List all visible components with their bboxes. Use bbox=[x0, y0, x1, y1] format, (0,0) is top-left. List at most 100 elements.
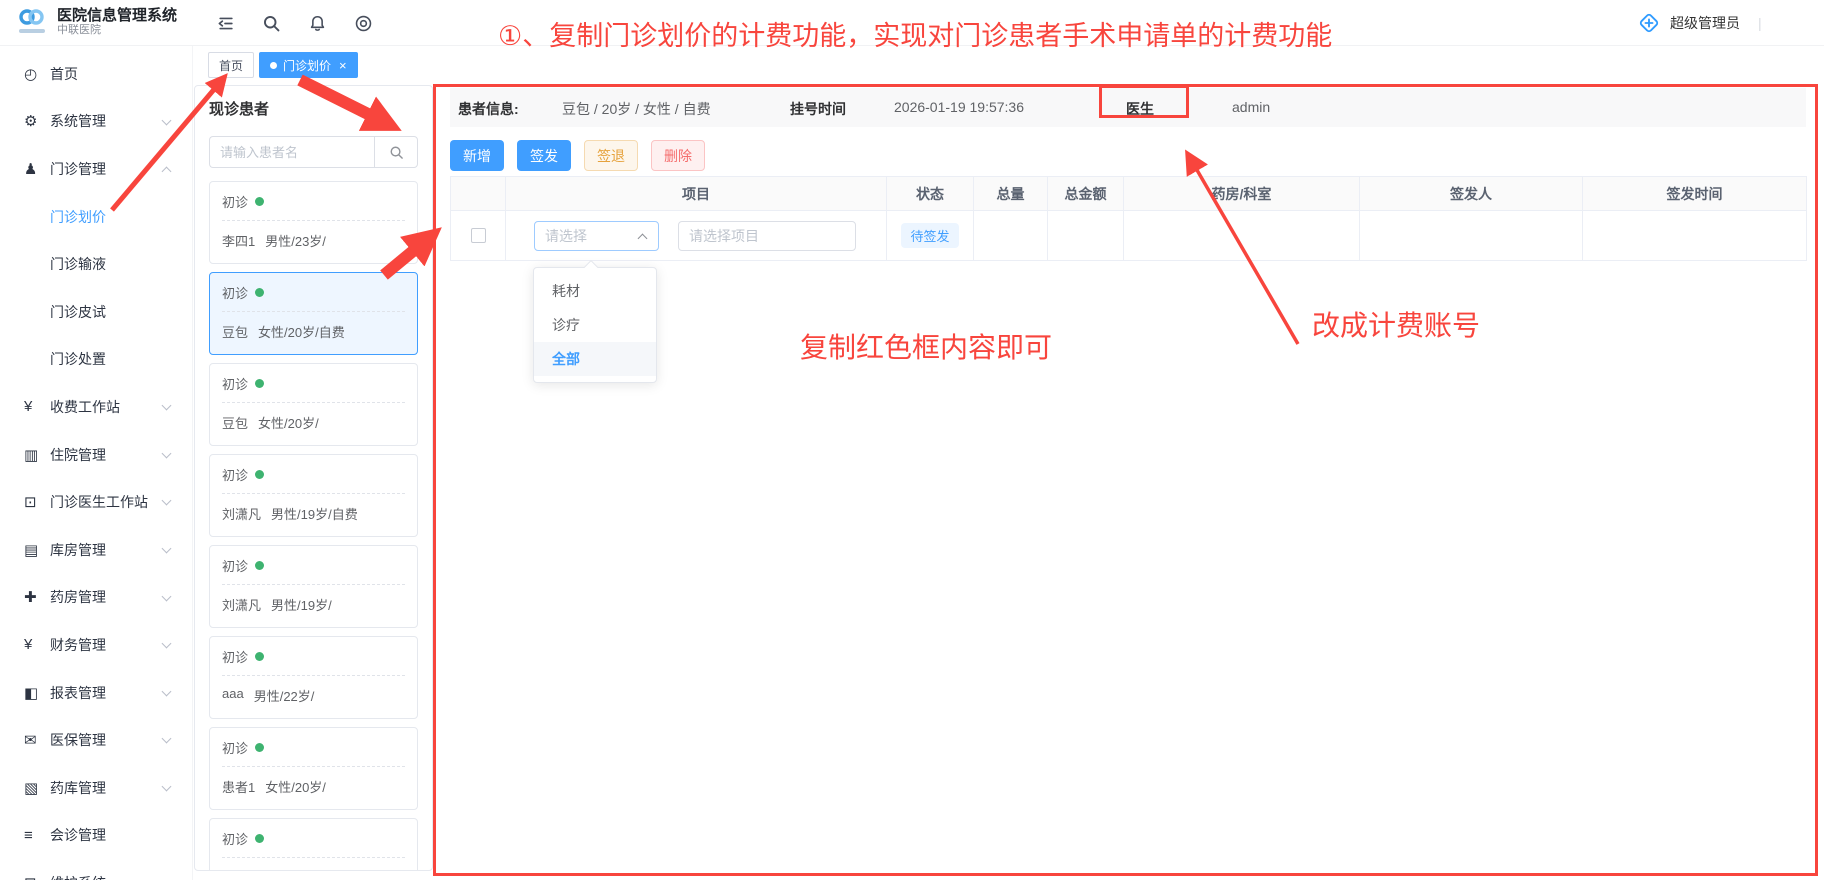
chevron-down-icon bbox=[162, 448, 172, 458]
hospital-name: 中联医院 bbox=[57, 24, 177, 37]
chevron-down-icon bbox=[162, 686, 172, 696]
sidebar-item-system-mgmt[interactable]: ⚙ 系统管理 bbox=[0, 98, 192, 146]
patient-card[interactable]: 初诊 bbox=[209, 818, 418, 871]
chevron-down-icon bbox=[162, 591, 172, 601]
sidebar-item-consultation-mgmt[interactable]: ≡ 会诊管理 bbox=[0, 812, 192, 860]
status-dot-green bbox=[255, 197, 264, 206]
bar-chart-icon: ▥ bbox=[24, 446, 50, 464]
doctor-label: 医生 bbox=[1126, 99, 1154, 119]
patient-info-value: 豆包 / 20岁 / 女性 / 自费 bbox=[562, 99, 711, 119]
tab-home[interactable]: 首页 bbox=[208, 52, 254, 78]
column-header-pharmacy-dept: 药房/科室 bbox=[1124, 177, 1360, 211]
envelope-icon: ✉ bbox=[24, 731, 50, 749]
medical-cross-icon: ✚ bbox=[24, 588, 50, 606]
notification-bell-icon[interactable] bbox=[306, 12, 328, 34]
issue-button[interactable]: 签发 bbox=[517, 140, 571, 171]
delete-button[interactable]: 删除 bbox=[651, 140, 705, 171]
column-header-issuer: 签发人 bbox=[1360, 177, 1583, 211]
column-header-issue-time: 签发时间 bbox=[1583, 177, 1807, 211]
patient-search-input[interactable] bbox=[209, 136, 374, 168]
hospital-logo-icon bbox=[16, 6, 48, 38]
dropdown-option-treatment[interactable]: 诊疗 bbox=[534, 308, 656, 342]
tab-close-icon[interactable]: × bbox=[339, 59, 347, 72]
report-book-icon: ◧ bbox=[24, 684, 50, 702]
monitor-icon: ⊡ bbox=[24, 493, 50, 511]
current-patients-panel: 现诊患者 初诊 李四1男性/23岁/ 初诊 豆包女性/20岁/自费 初诊 豆包女… bbox=[194, 85, 433, 871]
patient-info-bar: 患者信息: 豆包 / 20岁 / 女性 / 自费 挂号时间 2026-01-19… bbox=[450, 88, 1806, 127]
pricing-work-area: 患者信息: 豆包 / 20岁 / 女性 / 自费 挂号时间 2026-01-19… bbox=[433, 84, 1818, 876]
patient-search-button[interactable] bbox=[374, 136, 418, 168]
row-select-checkbox[interactable] bbox=[471, 228, 486, 243]
patient-info-label: 患者信息: bbox=[458, 99, 519, 119]
sidebar-item-pharmacy-mgmt[interactable]: ✚ 药房管理 bbox=[0, 574, 192, 622]
chevron-up-icon bbox=[162, 167, 172, 177]
column-header-quantity: 总量 bbox=[974, 177, 1048, 211]
status-dot-green bbox=[255, 379, 264, 388]
document-icon: ▤ bbox=[24, 541, 50, 559]
dropdown-option-all[interactable]: 全部 bbox=[534, 342, 656, 376]
patient-card[interactable]: 初诊 李四1男性/23岁/ bbox=[209, 181, 418, 264]
add-button[interactable]: 新增 bbox=[450, 140, 504, 171]
status-dot-green bbox=[255, 652, 264, 661]
menu-fold-icon[interactable] bbox=[214, 12, 236, 34]
sidebar-item-insurance-mgmt[interactable]: ✉ 医保管理 bbox=[0, 716, 192, 764]
patient-card[interactable]: 初诊 患者1女性/20岁/ bbox=[209, 727, 418, 810]
sidebar-item-outpatient-infusion[interactable]: 门诊输液 bbox=[0, 240, 192, 288]
yen-icon: ¥ bbox=[24, 398, 50, 415]
sidebar-item-home[interactable]: ◴ 首页 bbox=[0, 50, 192, 98]
sidebar-item-warehouse-mgmt[interactable]: ▤ 库房管理 bbox=[0, 526, 192, 574]
patient-card[interactable]: 初诊 豆包女性/20岁/ bbox=[209, 363, 418, 446]
patient-card[interactable]: 初诊 aaa男性/22岁/ bbox=[209, 636, 418, 719]
status-dot-green bbox=[255, 288, 264, 297]
sidebar: ◴ 首页 ⚙ 系统管理 ♟ 门诊管理 门诊划价 门诊输液 门诊皮试 门诊处置 ¥… bbox=[0, 46, 193, 880]
panel-title: 现诊患者 bbox=[209, 98, 418, 119]
pharmacy-dept-cell bbox=[1124, 211, 1360, 261]
issue-time-cell bbox=[1583, 211, 1807, 261]
picture-icon: ▧ bbox=[24, 779, 50, 797]
sidebar-item-doctor-workstation[interactable]: ⊡ 门诊医生工作站 bbox=[0, 478, 192, 526]
item-name-input[interactable] bbox=[678, 221, 856, 251]
patient-card[interactable]: 初诊 刘潇凡男性/19岁/自费 bbox=[209, 454, 418, 537]
patient-card-selected[interactable]: 初诊 豆包女性/20岁/自费 bbox=[209, 272, 418, 355]
toolbar: 新增 签发 签退 删除 bbox=[450, 140, 705, 171]
yen-icon: ¥ bbox=[24, 636, 50, 653]
fullscreen-circle-icon[interactable] bbox=[352, 12, 374, 34]
sidebar-item-finance-mgmt[interactable]: ¥ 财务管理 bbox=[0, 621, 192, 669]
sidebar-item-inpatient-mgmt[interactable]: ▥ 住院管理 bbox=[0, 431, 192, 479]
user-badge-diamond-icon[interactable] bbox=[1638, 12, 1660, 34]
sidebar-item-outpatient-mgmt[interactable]: ♟ 门诊管理 bbox=[0, 145, 192, 193]
search-icon[interactable] bbox=[260, 12, 282, 34]
list-icon: ≡ bbox=[24, 827, 50, 844]
status-dot-green bbox=[255, 743, 264, 752]
checkout-button[interactable]: 签退 bbox=[584, 140, 638, 171]
app-logo: 医院信息管理系统 中联医院 bbox=[16, 6, 177, 38]
sidebar-item-outpatient-pricing[interactable]: 门诊划价 bbox=[0, 193, 192, 241]
chevron-down-icon bbox=[162, 734, 172, 744]
tab-bar: 首页 门诊划价 × bbox=[208, 52, 358, 78]
sidebar-item-outpatient-disposal[interactable]: 门诊处置 bbox=[0, 336, 192, 384]
sidebar-item-drugstore-mgmt[interactable]: ▧ 药库管理 bbox=[0, 764, 192, 812]
active-tab-dot bbox=[270, 62, 277, 69]
sidebar-item-charging-workstation[interactable]: ¥ 收费工作站 bbox=[0, 383, 192, 431]
status-badge-pending: 待签发 bbox=[901, 223, 958, 248]
doctor-value: admin bbox=[1232, 99, 1270, 115]
amount-cell bbox=[1048, 211, 1124, 261]
chevron-down-icon bbox=[162, 639, 172, 649]
item-type-select[interactable]: 请选择 bbox=[534, 221, 659, 251]
topbar-divider: | bbox=[1758, 15, 1762, 31]
chevron-down-icon bbox=[162, 543, 172, 553]
chevron-up-icon bbox=[638, 233, 648, 243]
chevron-down-icon bbox=[162, 781, 172, 791]
billing-items-table: 项目 状态 总量 总金额 药房/科室 签发人 签发时间 请选择 待签发 bbox=[450, 176, 1807, 261]
patient-card[interactable]: 初诊 刘潇凡男性/19岁/ bbox=[209, 545, 418, 628]
sidebar-item-outpatient-skin-test[interactable]: 门诊皮试 bbox=[0, 288, 192, 336]
tab-outpatient-pricing[interactable]: 门诊划价 × bbox=[259, 52, 358, 78]
app-title: 医院信息管理系统 bbox=[57, 7, 177, 24]
status-dot-green bbox=[255, 470, 264, 479]
dropdown-option-consumable[interactable]: 耗材 bbox=[534, 274, 656, 308]
sidebar-item-report-mgmt[interactable]: ◧ 报表管理 bbox=[0, 669, 192, 717]
status-dot-green bbox=[255, 834, 264, 843]
chevron-down-icon bbox=[162, 401, 172, 411]
sidebar-item-maintain-system[interactable]: ⊞ 维护系统 bbox=[0, 859, 192, 880]
user-role-label[interactable]: 超级管理员 bbox=[1670, 13, 1740, 33]
